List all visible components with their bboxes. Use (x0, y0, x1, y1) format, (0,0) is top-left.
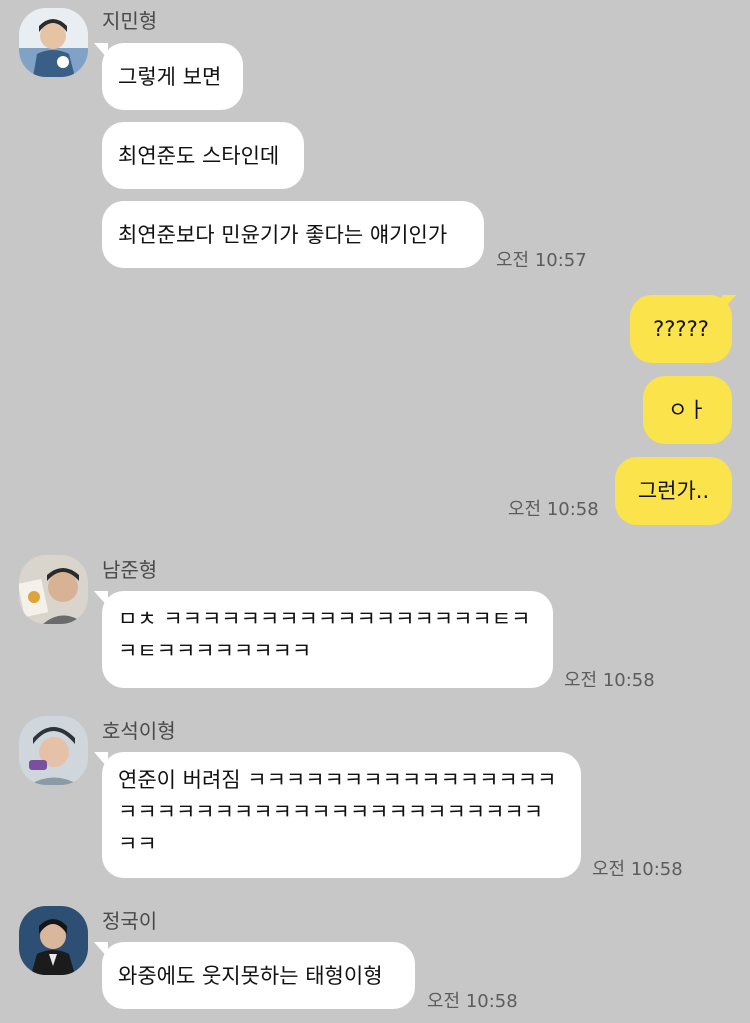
message-line: ㅋㅋ (118, 832, 157, 856)
avatar-jimin[interactable] (19, 8, 88, 77)
message-timestamp: 오전 10:58 (564, 670, 655, 691)
avatar-jungkook[interactable] (19, 906, 88, 975)
avatar-jungkook-image (19, 906, 88, 975)
message-timestamp: 오전 10:58 (592, 859, 683, 880)
sender-name-namjoon: 남준형 (102, 558, 158, 582)
message-bubble[interactable]: 와중에도 웃지못하는 태형이형 (102, 942, 415, 1009)
message-bubble[interactable]: 최연준보다 민윤기가 좋다는 얘기인가 (102, 201, 484, 268)
message-timestamp: 오전 10:58 (427, 991, 518, 1012)
message-bubble[interactable]: 연준이 버려짐 ㅋㅋㅋㅋㅋㅋㅋㅋㅋㅋㅋㅋㅋㅋㅋㅋ ㅋㅋㅋㅋㅋㅋㅋㅋㅋㅋㅋㅋㅋㅋㅋ… (102, 752, 581, 878)
message-line: 연준이 버려짐 ㅋㅋㅋㅋㅋㅋㅋㅋㅋㅋㅋㅋㅋㅋㅋㅋ (118, 768, 557, 792)
message-line: ㅋㅌㅋㅋㅋㅋㅋㅋㅋㅋ (118, 639, 312, 663)
sender-name-jungkook: 정국이 (102, 909, 158, 933)
message-line: ㅁㅊ ㅋㅋㅋㅋㅋㅋㅋㅋㅋㅋㅋㅋㅋㅋㅋㅋㅋㅌㅋ (118, 607, 531, 631)
message-timestamp: 오전 10:58 (508, 499, 599, 520)
message-timestamp: 오전 10:57 (496, 250, 587, 271)
sender-name-jimin: 지민형 (102, 9, 158, 33)
my-message-bubble[interactable]: 그런가.. (615, 457, 732, 525)
avatar-jimin-image (19, 8, 88, 77)
my-message-bubble[interactable]: ㅇㅏ (643, 376, 732, 444)
message-bubble[interactable]: ㅁㅊ ㅋㅋㅋㅋㅋㅋㅋㅋㅋㅋㅋㅋㅋㅋㅋㅋㅋㅌㅋ ㅋㅌㅋㅋㅋㅋㅋㅋㅋㅋ (102, 591, 553, 688)
avatar-namjoon-image (19, 555, 88, 624)
message-line: ㅋㅋㅋㅋㅋㅋㅋㅋㅋㅋㅋㅋㅋㅋㅋㅋㅋㅋㅋㅋㅋㅋ (118, 800, 544, 824)
my-message-bubble[interactable]: ????? (630, 295, 732, 363)
avatar-hoseok[interactable] (19, 716, 88, 785)
avatar-namjoon[interactable] (19, 555, 88, 624)
message-bubble[interactable]: 최연준도 스타인데 (102, 122, 304, 189)
sender-name-hoseok: 호석이형 (102, 719, 176, 743)
avatar-hoseok-image (19, 716, 88, 785)
message-bubble[interactable]: 그렇게 보면 (102, 43, 243, 110)
